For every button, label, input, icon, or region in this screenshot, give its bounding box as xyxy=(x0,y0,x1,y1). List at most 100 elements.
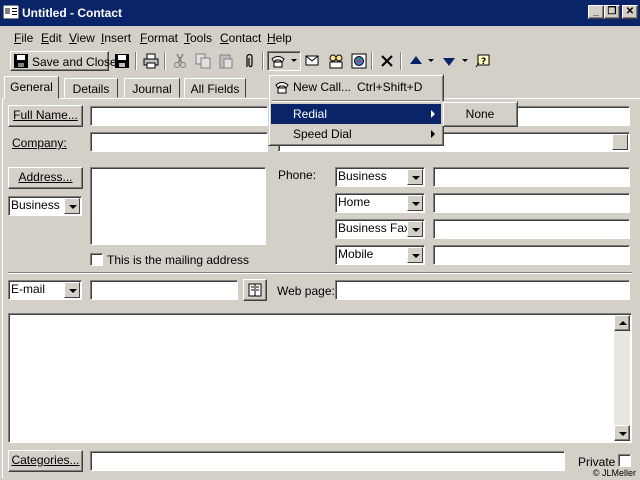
email-field[interactable] xyxy=(90,280,238,300)
menu-contact[interactable]: Contact xyxy=(220,31,261,45)
tab-journal[interactable]: Journal xyxy=(124,78,180,98)
previous-dropdown-arrow-icon[interactable] xyxy=(428,59,434,62)
menu-item-new-call[interactable]: New Call... Ctrl+Shift+D xyxy=(271,77,441,97)
copy-icon xyxy=(195,53,211,69)
company-field[interactable] xyxy=(90,132,268,152)
contact-card-icon xyxy=(3,5,19,19)
office-assistant-button[interactable]: ? xyxy=(472,51,494,71)
address-type-value: Business xyxy=(11,198,60,212)
phone-type-dropdown-arrow[interactable] xyxy=(407,221,423,237)
phone-type-value: Business xyxy=(338,169,387,183)
toolbar-separator xyxy=(262,52,264,70)
menu-file[interactable]: File xyxy=(14,31,33,45)
printer-icon xyxy=(143,53,159,69)
full-name-button-label: Full Name... xyxy=(13,108,78,122)
business-phone-field[interactable] xyxy=(433,167,630,187)
address-textarea[interactable] xyxy=(90,167,266,245)
cut-button[interactable] xyxy=(169,51,191,71)
explore-web-page-button[interactable] xyxy=(348,51,370,71)
phone-label: Phone: xyxy=(278,168,317,182)
address-type-select[interactable]: Business xyxy=(8,196,82,216)
paperclip-icon xyxy=(246,53,253,68)
envelope-icon xyxy=(305,55,319,66)
categories-field[interactable] xyxy=(90,451,565,471)
attach-button[interactable] xyxy=(238,51,260,71)
new-message-to-contact-button[interactable] xyxy=(302,51,324,71)
paste-button[interactable] xyxy=(215,51,237,71)
print-button[interactable] xyxy=(140,51,162,71)
address-button-label: Address... xyxy=(18,170,73,184)
notes-scrollbar[interactable] xyxy=(614,315,630,441)
email-type-value: E-mail xyxy=(11,282,46,296)
tab-details[interactable]: Details xyxy=(64,78,118,98)
menu-item-speed-dial[interactable]: Speed Dial xyxy=(271,124,441,144)
toolbar-separator xyxy=(164,52,166,70)
menu-edit[interactable]: Edit xyxy=(41,31,62,45)
email-type-dropdown-arrow[interactable] xyxy=(64,282,80,298)
menu-insert[interactable]: Insert xyxy=(101,31,131,45)
floppy-disk-icon xyxy=(115,54,129,68)
business-fax-field[interactable] xyxy=(433,219,630,239)
scroll-down-arrow[interactable] xyxy=(614,425,630,441)
phone-type-dropdown-arrow[interactable] xyxy=(407,247,423,263)
minimize-button[interactable]: _ xyxy=(588,5,604,19)
menu-item-redial[interactable]: Redial xyxy=(271,104,441,124)
copy-button[interactable] xyxy=(192,51,214,71)
next-dropdown-arrow-icon[interactable] xyxy=(462,59,468,62)
phone-type-select-2[interactable]: Home xyxy=(335,193,425,213)
mobile-phone-field[interactable] xyxy=(433,245,630,265)
credit-watermark: © JLMeller xyxy=(592,468,636,478)
address-book-button[interactable] xyxy=(243,279,267,301)
phone-type-dropdown-arrow[interactable] xyxy=(407,169,423,185)
menu-help[interactable]: Help xyxy=(267,31,292,45)
save-and-close-button[interactable]: Save and Close xyxy=(10,51,117,71)
globe-icon xyxy=(351,53,367,69)
delete-x-icon xyxy=(381,55,393,67)
tab-all-fields[interactable]: All Fields xyxy=(184,78,246,98)
address-type-dropdown-arrow[interactable] xyxy=(64,198,80,214)
phone-type-select-4[interactable]: Mobile xyxy=(335,245,425,265)
menu-view[interactable]: View xyxy=(69,31,95,45)
submenu-item-none[interactable]: None xyxy=(445,104,515,124)
mailing-address-checkbox[interactable] xyxy=(90,253,103,266)
help-assistant-icon: ? xyxy=(475,54,490,68)
phone-type-value: Business Fax xyxy=(338,221,411,235)
phone-type-select-3[interactable]: Business Fax xyxy=(335,219,425,239)
dial-menu: New Call... Ctrl+Shift+D Redial Speed Di… xyxy=(268,74,444,146)
floppy-disk-icon xyxy=(14,54,28,68)
full-name-field[interactable] xyxy=(90,106,268,126)
new-meeting-button[interactable] xyxy=(325,51,347,71)
notes-textarea[interactable] xyxy=(8,313,632,443)
redial-submenu: None xyxy=(442,101,518,127)
file-as-dropdown-arrow[interactable] xyxy=(612,134,628,150)
categories-button[interactable]: Categories... xyxy=(8,450,83,472)
toolbar: Save and Close ? xyxy=(0,48,640,74)
address-button[interactable]: Address... xyxy=(8,167,83,189)
private-label: Private xyxy=(578,455,616,469)
menu-tools[interactable]: Tools xyxy=(184,31,212,45)
private-checkbox[interactable] xyxy=(618,454,631,467)
save-button[interactable] xyxy=(111,51,133,71)
email-type-select[interactable]: E-mail xyxy=(8,280,82,300)
previous-item-button[interactable] xyxy=(405,51,427,71)
close-button[interactable]: ✕ xyxy=(622,5,638,19)
full-name-button[interactable]: Full Name... xyxy=(8,105,83,127)
restore-button[interactable]: ❐ xyxy=(604,5,620,19)
window-title: Untitled - Contact xyxy=(22,6,122,20)
menu-format[interactable]: Format xyxy=(140,31,178,45)
meeting-icon xyxy=(329,54,343,69)
next-item-button[interactable] xyxy=(438,51,460,71)
autodialer-button[interactable] xyxy=(267,51,301,71)
web-page-field[interactable] xyxy=(335,280,630,300)
tab-general[interactable]: General xyxy=(4,76,59,99)
phone-type-dropdown-arrow[interactable] xyxy=(407,195,423,211)
categories-button-label: Categories... xyxy=(11,453,80,467)
menu-separator xyxy=(272,100,440,102)
scroll-up-arrow[interactable] xyxy=(614,315,630,331)
delete-button[interactable] xyxy=(376,51,398,71)
new-call-label: New Call... xyxy=(293,80,352,94)
title-bar[interactable]: Untitled - Contact _ ❐ ✕ xyxy=(0,0,640,26)
phone-icon xyxy=(271,56,285,68)
phone-type-select-1[interactable]: Business xyxy=(335,167,425,187)
home-phone-field[interactable] xyxy=(433,193,630,213)
